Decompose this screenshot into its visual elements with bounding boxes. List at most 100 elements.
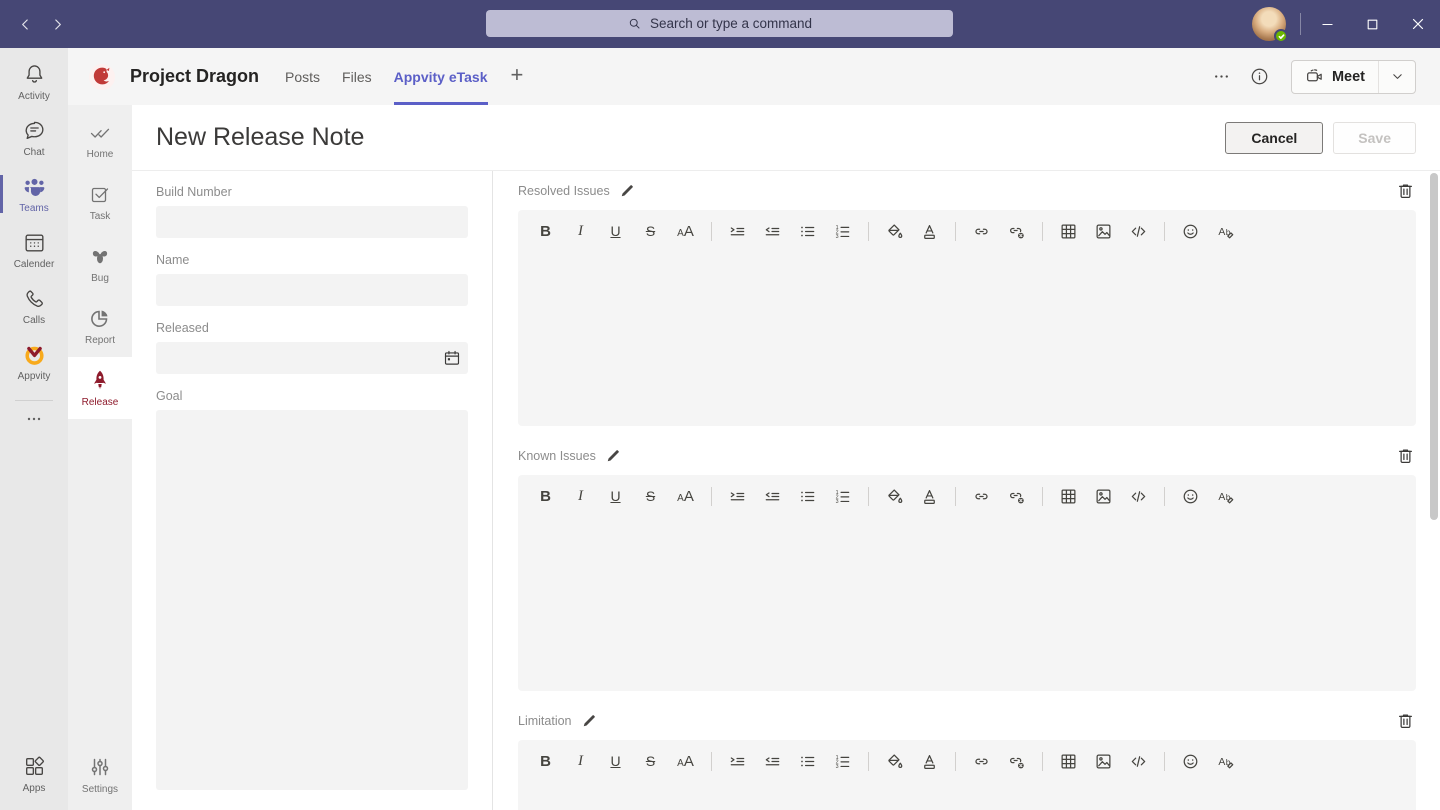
goal-field[interactable] <box>156 410 468 790</box>
fill-color-icon[interactable] <box>882 484 907 508</box>
channel-info-button[interactable] <box>1249 66 1271 88</box>
font-size-icon[interactable]: AA <box>673 749 698 773</box>
strikethrough-icon[interactable]: S <box>638 484 663 508</box>
more-options-button[interactable] <box>1211 66 1233 88</box>
rail-item-calls[interactable]: Calls <box>0 278 68 334</box>
rail-more-button[interactable] <box>0 405 68 433</box>
rail-item-appvity[interactable]: Appvity <box>0 334 68 390</box>
bold-icon[interactable]: B <box>533 219 558 243</box>
underline-icon[interactable]: U <box>603 484 628 508</box>
rail-item-apps[interactable]: Apps <box>0 746 68 802</box>
tab-files[interactable]: Files <box>342 48 372 105</box>
edit-title-button[interactable] <box>620 184 634 198</box>
table-icon[interactable] <box>1056 219 1081 243</box>
clear-format-icon[interactable]: Ab <box>1213 749 1238 773</box>
sidebar-item-bug[interactable]: Bug <box>68 233 132 295</box>
table-icon[interactable] <box>1056 749 1081 773</box>
font-size-icon[interactable]: AA <box>673 484 698 508</box>
date-picker-button[interactable] <box>443 349 461 367</box>
code-icon[interactable] <box>1126 749 1151 773</box>
font-color-icon[interactable] <box>917 749 942 773</box>
code-icon[interactable] <box>1126 484 1151 508</box>
rail-item-chat[interactable]: Chat <box>0 110 68 166</box>
add-tab-button[interactable]: + <box>511 64 524 90</box>
released-date-field[interactable] <box>156 342 468 374</box>
editor-body[interactable] <box>518 774 1416 810</box>
unlink-icon[interactable] <box>1004 484 1029 508</box>
sidebar-item-home[interactable]: Home <box>68 109 132 171</box>
bullet-list-icon[interactable] <box>795 749 820 773</box>
italic-icon[interactable]: I <box>568 749 593 773</box>
maximize-button[interactable] <box>1350 0 1395 48</box>
image-icon[interactable] <box>1091 749 1116 773</box>
unlink-icon[interactable] <box>1004 749 1029 773</box>
build-number-field[interactable] <box>156 206 468 238</box>
emoji-icon[interactable] <box>1178 484 1203 508</box>
fill-color-icon[interactable] <box>882 749 907 773</box>
outdent-icon[interactable] <box>760 484 785 508</box>
bold-icon[interactable]: B <box>533 484 558 508</box>
underline-icon[interactable]: U <box>603 749 628 773</box>
indent-icon[interactable] <box>725 219 750 243</box>
clear-format-icon[interactable]: Ab <box>1213 484 1238 508</box>
strikethrough-icon[interactable]: S <box>638 749 663 773</box>
numbered-list-icon[interactable]: 123 <box>830 749 855 773</box>
delete-section-button[interactable] <box>1396 181 1416 201</box>
name-field[interactable] <box>156 274 468 306</box>
minimize-button[interactable] <box>1305 0 1350 48</box>
save-button[interactable]: Save <box>1333 122 1416 154</box>
rail-item-teams[interactable]: Teams <box>0 166 68 222</box>
emoji-icon[interactable] <box>1178 749 1203 773</box>
link-icon[interactable] <box>969 484 994 508</box>
edit-title-button[interactable] <box>582 714 596 728</box>
unlink-icon[interactable] <box>1004 219 1029 243</box>
tab-appvity-etask[interactable]: Appvity eTask <box>394 48 488 105</box>
table-icon[interactable] <box>1056 484 1081 508</box>
code-icon[interactable] <box>1126 219 1151 243</box>
italic-icon[interactable]: I <box>568 484 593 508</box>
link-icon[interactable] <box>969 219 994 243</box>
clear-format-icon[interactable]: Ab <box>1213 219 1238 243</box>
edit-title-button[interactable] <box>606 449 620 463</box>
rail-item-calendar[interactable]: Calender <box>0 222 68 278</box>
rail-item-activity[interactable]: Activity <box>0 54 68 110</box>
image-icon[interactable] <box>1091 484 1116 508</box>
avatar[interactable] <box>1252 7 1286 41</box>
underline-icon[interactable]: U <box>603 219 628 243</box>
image-icon[interactable] <box>1091 219 1116 243</box>
italic-icon[interactable]: I <box>568 219 593 243</box>
indent-icon[interactable] <box>725 484 750 508</box>
bullet-list-icon[interactable] <box>795 484 820 508</box>
outdent-icon[interactable] <box>760 749 785 773</box>
sidebar-item-report[interactable]: Report <box>68 295 132 357</box>
bullet-list-icon[interactable] <box>795 219 820 243</box>
sidebar-item-release[interactable]: Release <box>68 357 132 419</box>
search-input[interactable]: Search or type a command <box>486 10 953 37</box>
meet-dropdown-button[interactable] <box>1379 61 1415 93</box>
cancel-button[interactable]: Cancel <box>1225 122 1323 154</box>
font-size-icon[interactable]: AA <box>673 219 698 243</box>
close-button[interactable] <box>1395 0 1440 48</box>
numbered-list-icon[interactable]: 123 <box>830 484 855 508</box>
tab-posts[interactable]: Posts <box>285 48 320 105</box>
editor-body[interactable] <box>518 244 1416 426</box>
outdent-icon[interactable] <box>760 219 785 243</box>
emoji-icon[interactable] <box>1178 219 1203 243</box>
editor-body[interactable] <box>518 509 1416 691</box>
back-button[interactable] <box>14 13 36 35</box>
font-color-icon[interactable] <box>917 484 942 508</box>
sidebar-item-task[interactable]: Task <box>68 171 132 233</box>
font-color-icon[interactable] <box>917 219 942 243</box>
numbered-list-icon[interactable]: 123 <box>830 219 855 243</box>
link-icon[interactable] <box>969 749 994 773</box>
fill-color-icon[interactable] <box>882 219 907 243</box>
indent-icon[interactable] <box>725 749 750 773</box>
delete-section-button[interactable] <box>1396 711 1416 731</box>
delete-section-button[interactable] <box>1396 446 1416 466</box>
vertical-scrollbar[interactable] <box>1430 173 1438 520</box>
bold-icon[interactable]: B <box>533 749 558 773</box>
strikethrough-icon[interactable]: S <box>638 219 663 243</box>
forward-button[interactable] <box>46 13 68 35</box>
sidebar-item-settings[interactable]: Settings <box>68 744 132 806</box>
meet-button[interactable]: Meet <box>1292 61 1379 93</box>
